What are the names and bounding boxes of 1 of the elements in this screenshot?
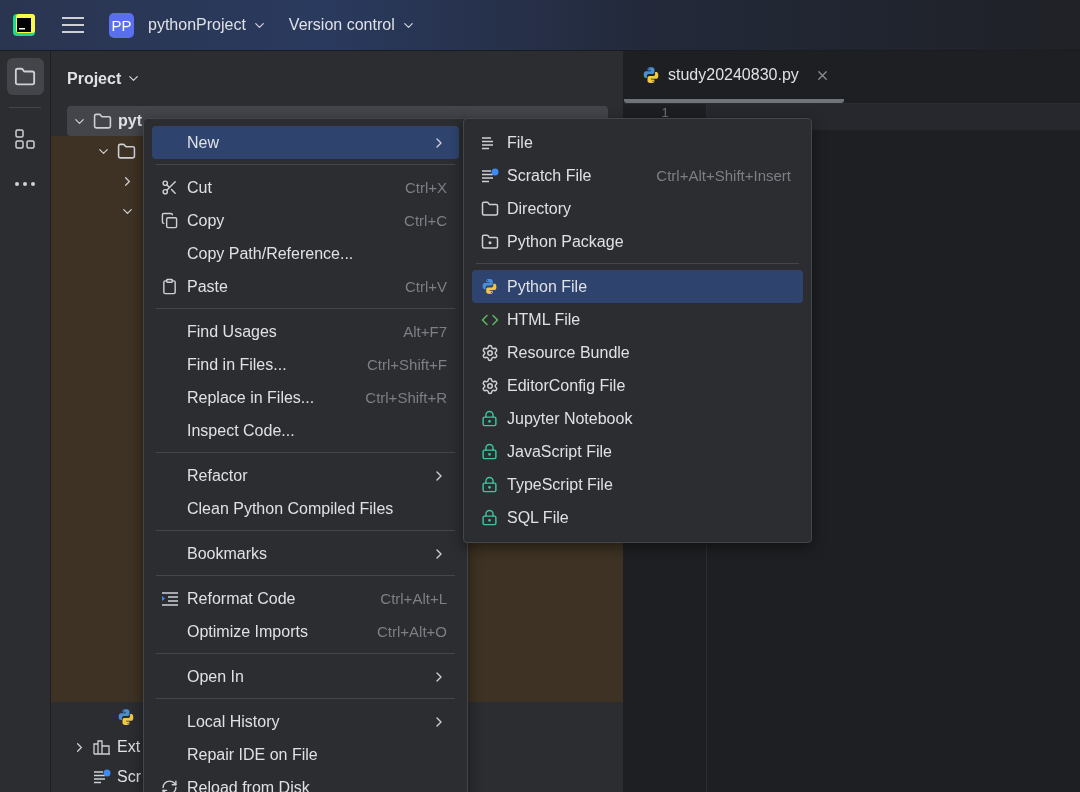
line-number: 1 [661, 106, 669, 120]
